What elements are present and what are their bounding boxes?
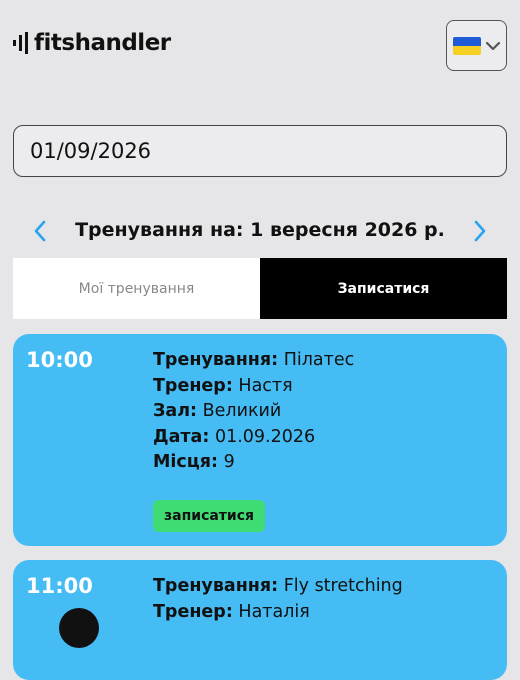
date-navigation: Тренування на: 1 вересня 2026 р.: [0, 210, 520, 252]
schedule-date-title: Тренування на: 1 вересня 2026 р.: [75, 219, 445, 241]
signup-button[interactable]: записатися: [153, 500, 266, 532]
places-value: 9: [223, 452, 235, 472]
session-details: Тренування: Fly stretching Тренер: Натал…: [153, 574, 403, 625]
hall-value: Великий: [202, 401, 282, 421]
language-selector[interactable]: [446, 20, 507, 71]
hall-label: Зал:: [153, 401, 198, 421]
date-input[interactable]: [13, 125, 507, 177]
trainer-label: Тренер:: [153, 375, 233, 396]
logo-icon: [13, 32, 28, 54]
tab-my-trainings[interactable]: Мої тренування: [13, 258, 260, 319]
app-logo[interactable]: fitshandler: [13, 30, 171, 56]
app-header: fitshandler: [0, 0, 520, 100]
trainer-value: Настя: [238, 375, 293, 396]
tab-bar: Мої тренування Записатися: [13, 258, 507, 319]
trainer-label: Тренер:: [153, 601, 233, 622]
session-time: 10:00: [26, 348, 93, 372]
trainer-value: Наталія: [238, 601, 310, 622]
next-day-button[interactable]: [468, 218, 492, 244]
chevron-right-icon: [474, 220, 486, 242]
logo-text: fitshandler: [34, 30, 171, 56]
session-card: 10:00 Тренування: Пілатес Тренер: Настя …: [13, 334, 507, 546]
trainer-avatar: [59, 608, 99, 648]
previous-day-button[interactable]: [28, 218, 52, 244]
chevron-left-icon: [34, 220, 46, 242]
chevron-down-icon: [485, 41, 500, 50]
session-card: 11:00 Тренування: Fly stretching Тренер:…: [13, 560, 507, 680]
ukraine-flag-icon: [452, 36, 481, 55]
tab-sign-up[interactable]: Записатися: [260, 258, 507, 319]
training-label: Тренування:: [153, 576, 279, 596]
session-details: Тренування: Пілатес Тренер: Настя Зал: В…: [153, 348, 354, 476]
date-value: 01.09.2026: [214, 426, 316, 447]
date-label: Дата:: [153, 426, 210, 447]
training-value: Fly stretching: [283, 576, 403, 596]
session-time: 11:00: [26, 574, 93, 598]
training-value: Пілатес: [283, 350, 355, 370]
training-label: Тренування:: [153, 350, 279, 370]
places-label: Місця:: [153, 452, 218, 472]
